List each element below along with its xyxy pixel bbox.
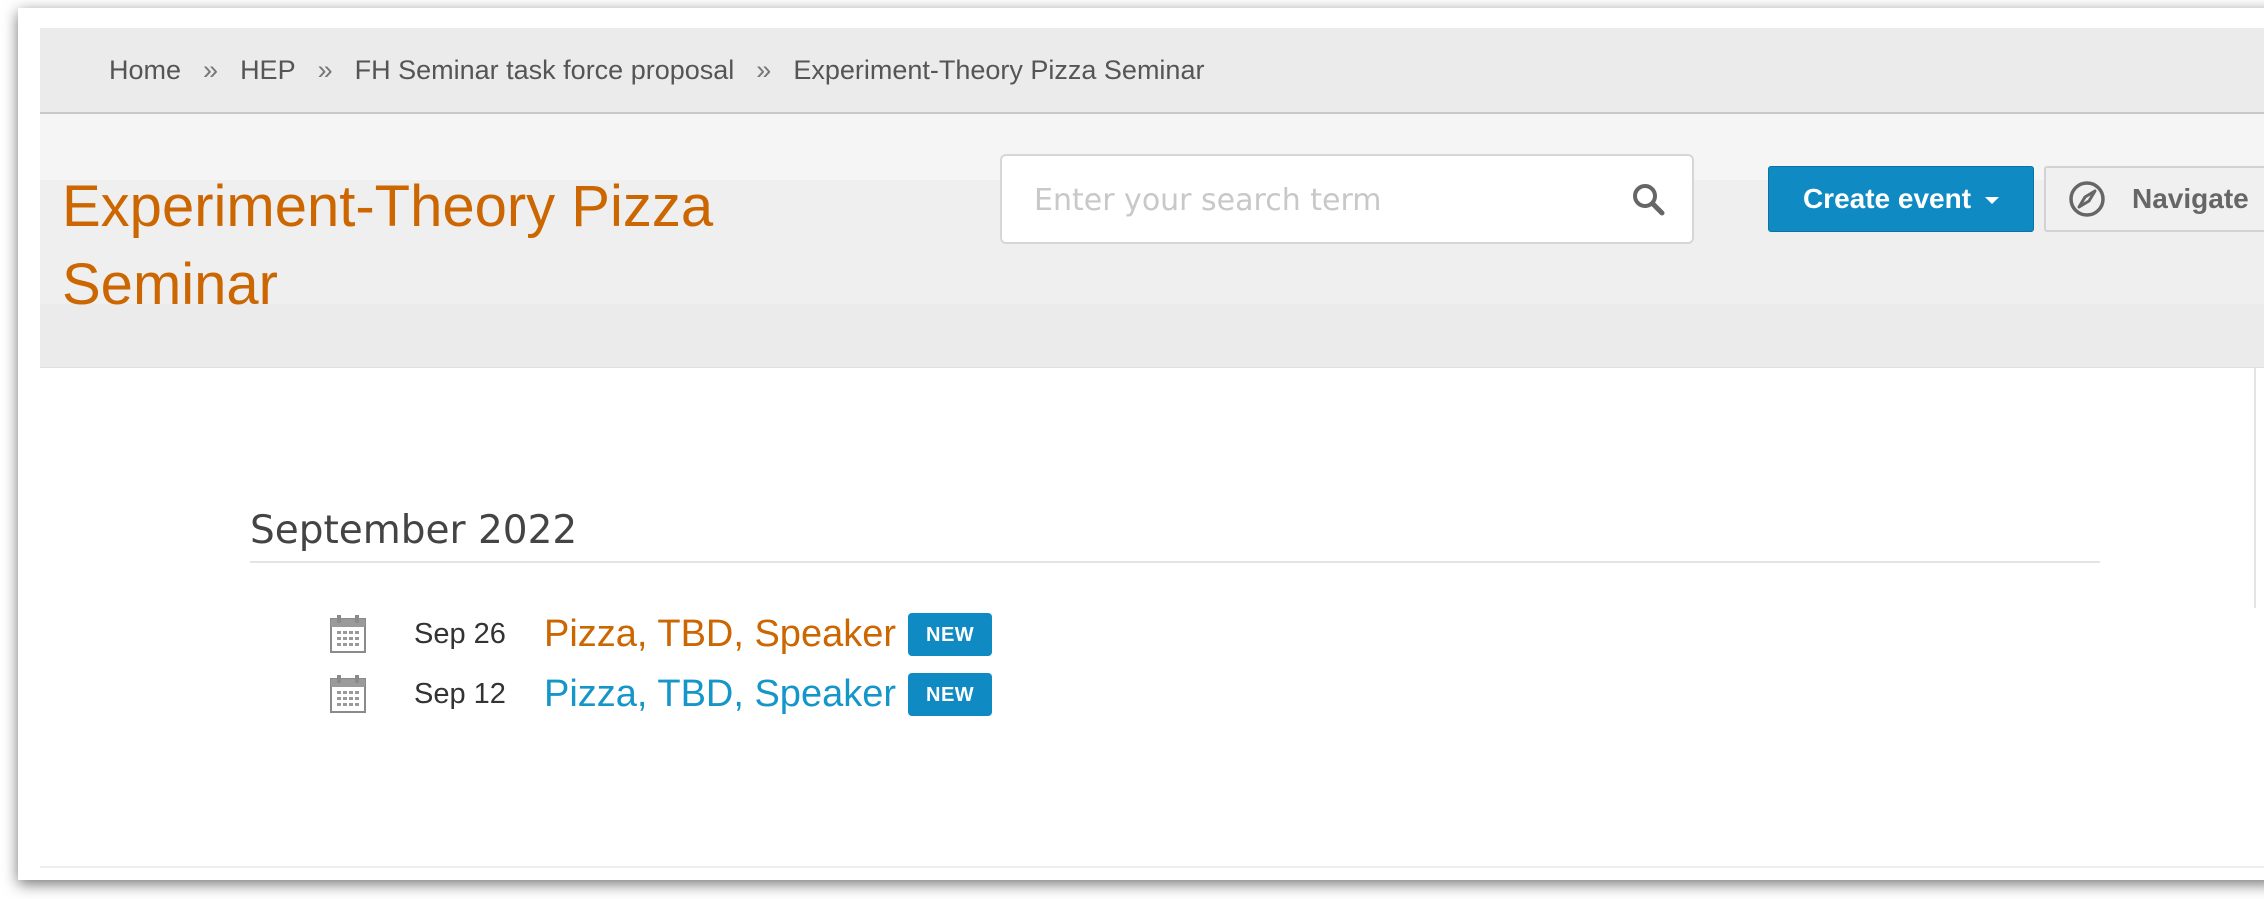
- event-row: Sep 12 Pizza, TBD, Speaker NEW: [330, 670, 993, 718]
- compass-icon: [2069, 181, 2105, 217]
- breadcrumb-separator: »: [203, 54, 219, 85]
- event-title-link[interactable]: Pizza, TBD, Speaker: [544, 673, 896, 716]
- breadcrumb-task-force[interactable]: FH Seminar task force proposal: [355, 55, 735, 86]
- search-input[interactable]: [1032, 156, 1596, 244]
- event-list-section: September 2022 Sep 26 Pizza, TBD, Speake…: [40, 368, 2256, 716]
- page-title: Experiment-Theory Pizza Seminar: [62, 174, 714, 317]
- event-row: Sep 26 Pizza, TBD, Speaker NEW: [330, 610, 993, 658]
- event-date: Sep 26: [414, 617, 506, 650]
- month-heading: September 2022: [250, 508, 2100, 563]
- create-event-label: Create event: [1802, 183, 1972, 214]
- calendar-icon: [330, 675, 366, 713]
- breadcrumb-separator: »: [756, 54, 772, 85]
- breadcrumb-hep[interactable]: HEP: [240, 55, 296, 86]
- event-date: Sep 12: [414, 677, 506, 710]
- breadcrumb-current: Experiment-Theory Pizza Seminar: [793, 54, 1205, 85]
- search-icon[interactable]: [1630, 181, 1666, 217]
- breadcrumb-home[interactable]: Home: [109, 55, 181, 86]
- search-box[interactable]: [1000, 154, 1694, 244]
- create-event-button[interactable]: Create event: [1768, 166, 2034, 232]
- browser-window: Home » HEP » FH Seminar task force propo…: [18, 8, 2264, 880]
- new-badge: NEW: [908, 672, 993, 716]
- new-badge: NEW: [908, 612, 993, 656]
- category-header: Experiment-Theory Pizza Seminar Create e…: [40, 114, 2264, 368]
- event-title-link[interactable]: Pizza, TBD, Speaker: [544, 613, 896, 656]
- caret-down-icon: [1985, 196, 2000, 204]
- navigate-label: Navigate: [2132, 183, 2249, 214]
- footer-divider: [40, 866, 2264, 868]
- calendar-icon: [330, 615, 366, 653]
- breadcrumb: Home » HEP » FH Seminar task force propo…: [40, 28, 2264, 114]
- navigate-button[interactable]: Navigate: [2044, 166, 2264, 232]
- breadcrumb-separator: »: [317, 54, 333, 85]
